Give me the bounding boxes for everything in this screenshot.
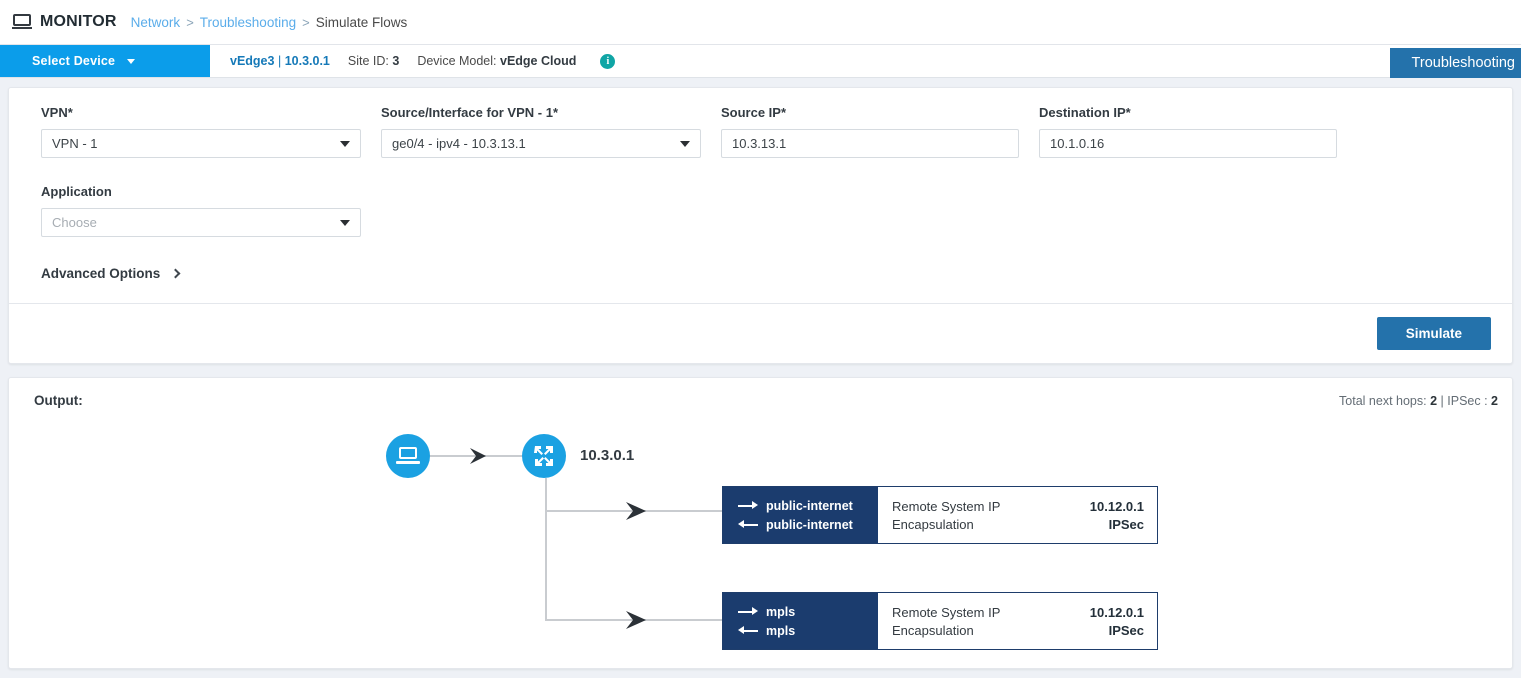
form-row-primary: VPN* VPN - 1 Source/Interface for VPN - …	[41, 105, 1480, 158]
top-breadcrumb-bar: MONITOR Network > Troubleshooting > Simu…	[0, 0, 1521, 45]
output-card: Output: Total next hops: 2 | IPSec : 2	[8, 377, 1513, 669]
stats-divider: |	[1440, 394, 1444, 408]
select-device-label: Select Device	[32, 54, 116, 68]
source-interface-select[interactable]: ge0/4 - ipv4 - 10.3.13.1	[381, 129, 701, 158]
breadcrumb-separator: >	[302, 14, 310, 30]
breadcrumb-separator: >	[186, 14, 194, 30]
source-ip-value: 10.3.13.1	[732, 136, 787, 151]
advanced-options-label: Advanced Options	[41, 266, 161, 281]
ipsec-count-value: 2	[1491, 394, 1498, 408]
field-source-interface: Source/Interface for VPN - 1* ge0/4 - ip…	[381, 105, 701, 158]
breadcrumb-item-simulate-flows: Simulate Flows	[315, 14, 408, 30]
chevron-down-icon	[340, 219, 350, 226]
advanced-options-toggle[interactable]: Advanced Options	[41, 266, 1480, 281]
device-selection-bar: Select Device vEdge3 | 10.3.0.1 Site ID:…	[0, 45, 1521, 78]
vpn-select[interactable]: VPN - 1	[41, 129, 361, 158]
device-ip-value: 10.3.0.1	[284, 54, 330, 68]
device-model-label: Device Model:	[417, 54, 497, 68]
application-select-value: Choose	[52, 215, 97, 230]
field-destination-ip: Destination IP* 10.1.0.16	[1039, 105, 1337, 158]
info-icon[interactable]: i	[600, 53, 616, 69]
site-id-value: 3	[392, 54, 400, 68]
total-next-hops-label: Total next hops:	[1339, 394, 1427, 408]
chevron-right-icon	[170, 268, 181, 279]
destination-ip-input[interactable]: 10.1.0.16	[1039, 129, 1337, 158]
form-body: VPN* VPN - 1 Source/Interface for VPN - …	[9, 88, 1512, 281]
chevron-down-icon	[680, 140, 690, 147]
field-application-label: Application	[41, 184, 112, 199]
field-vpn-label: VPN*	[41, 105, 73, 120]
device-model-value: vEdge Cloud	[500, 54, 577, 68]
device-name-separator: |	[277, 54, 282, 68]
field-destination-ip-label: Destination IP*	[1039, 105, 1131, 120]
troubleshooting-button[interactable]: Troubleshooting	[1389, 48, 1521, 78]
total-next-hops-value: 2	[1430, 394, 1438, 408]
device-name-value: vEdge3	[230, 54, 275, 68]
application-select[interactable]: Choose	[41, 208, 361, 237]
vpn-select-value: VPN - 1	[52, 136, 98, 151]
device-meta: vEdge3 | 10.3.0.1 Site ID: 3 Device Mode…	[210, 45, 616, 77]
caret-down-icon	[127, 58, 136, 64]
output-stats: Total next hops: 2 | IPSec : 2	[1339, 394, 1498, 408]
output-header: Output: Total next hops: 2 | IPSec : 2	[9, 378, 1512, 408]
form-footer: Simulate	[9, 303, 1512, 363]
breadcrumb-item-troubleshooting[interactable]: Troubleshooting	[200, 15, 296, 30]
simulate-flows-form-card: VPN* VPN - 1 Source/Interface for VPN - …	[8, 87, 1513, 364]
field-vpn: VPN* VPN - 1	[41, 105, 361, 158]
chevron-down-icon	[340, 140, 350, 147]
destination-ip-value: 10.1.0.16	[1050, 136, 1105, 151]
breadcrumb-item-network[interactable]: Network	[131, 15, 181, 30]
simulate-button[interactable]: Simulate	[1376, 317, 1491, 350]
device-model: Device Model: vEdge Cloud	[417, 54, 576, 68]
site-id: Site ID: 3	[348, 54, 399, 68]
page-title: MONITOR	[40, 13, 117, 30]
select-device-button[interactable]: Select Device	[0, 45, 210, 77]
field-source-ip-label: Source IP*	[721, 105, 787, 120]
form-row-application: Application Choose	[41, 184, 1480, 237]
site-id-label: Site ID:	[347, 54, 389, 68]
source-ip-input[interactable]: 10.3.13.1	[721, 129, 1019, 158]
output-label: Output:	[34, 393, 83, 408]
field-application: Application Choose	[41, 184, 361, 237]
field-source-ip: Source IP* 10.3.13.1	[721, 105, 1019, 158]
monitor-icon	[12, 14, 32, 30]
ipsec-label: IPSec :	[1447, 394, 1488, 408]
device-name-and-ip: vEdge3 | 10.3.0.1	[230, 54, 330, 68]
source-interface-select-value: ge0/4 - ipv4 - 10.3.13.1	[392, 136, 526, 151]
field-source-interface-label: Source/Interface for VPN - 1*	[381, 105, 558, 120]
